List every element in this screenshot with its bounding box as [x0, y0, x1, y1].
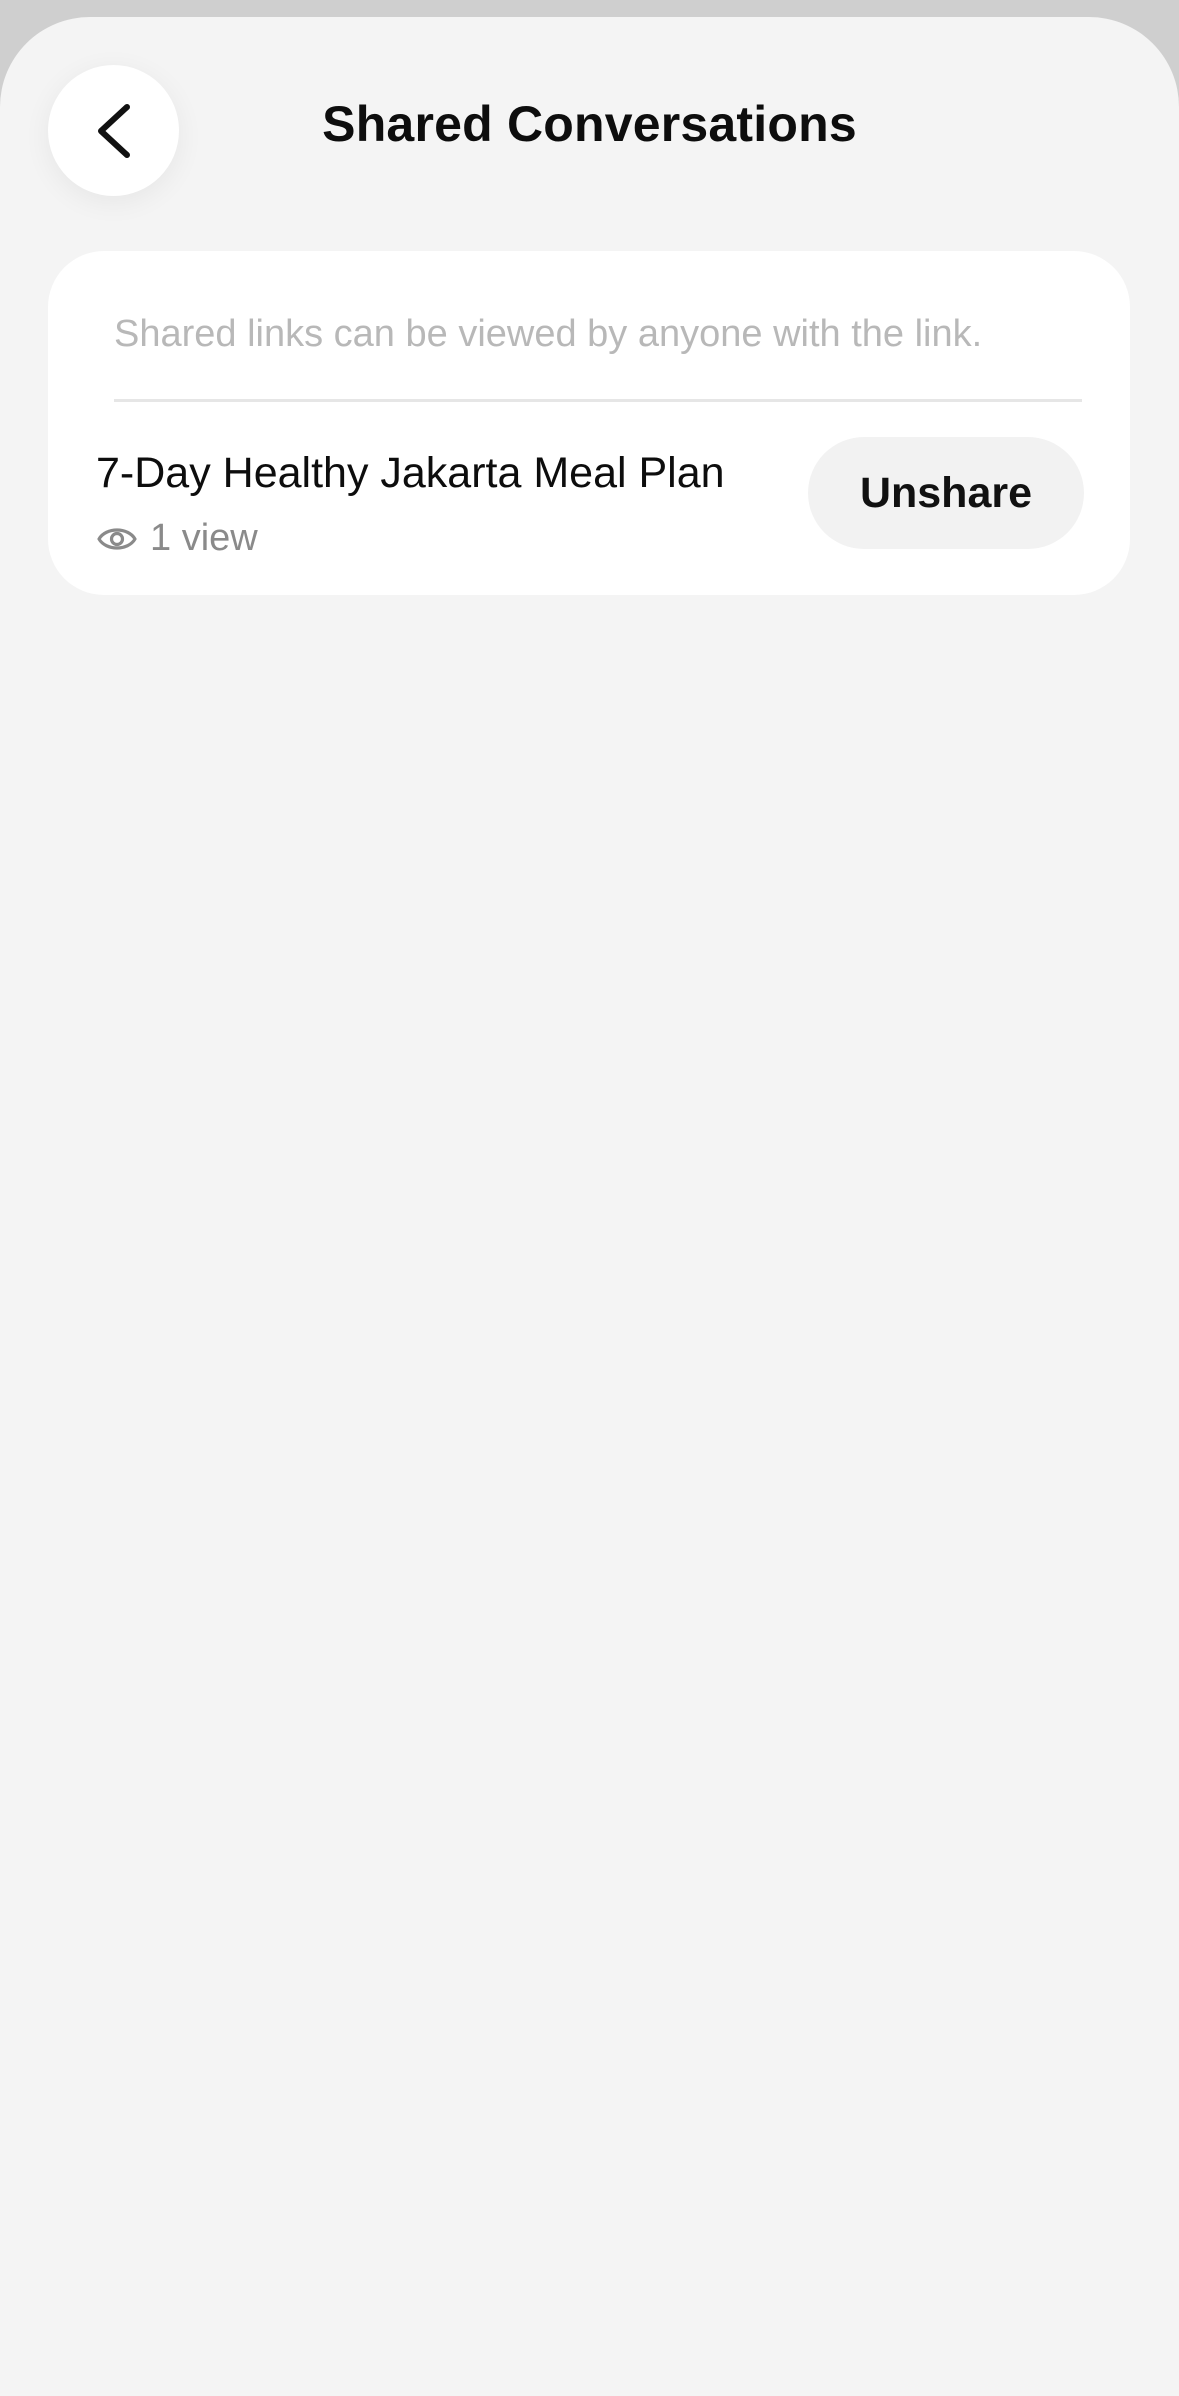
- unshare-button[interactable]: Unshare: [808, 437, 1084, 549]
- app-sheet: Shared Conversations Shared links can be…: [0, 17, 1179, 2396]
- eye-icon: [96, 524, 138, 554]
- divider: [114, 399, 1082, 402]
- page-title: Shared Conversations: [322, 96, 857, 152]
- view-count: 1 view: [150, 517, 258, 559]
- conversation-title[interactable]: 7-Day Healthy Jakarta Meal Plan: [96, 449, 725, 498]
- shared-links-card: Shared links can be viewed by anyone wit…: [48, 251, 1130, 595]
- view-count-row: 1 view: [96, 517, 258, 560]
- shared-links-note: Shared links can be viewed by anyone wit…: [114, 313, 983, 355]
